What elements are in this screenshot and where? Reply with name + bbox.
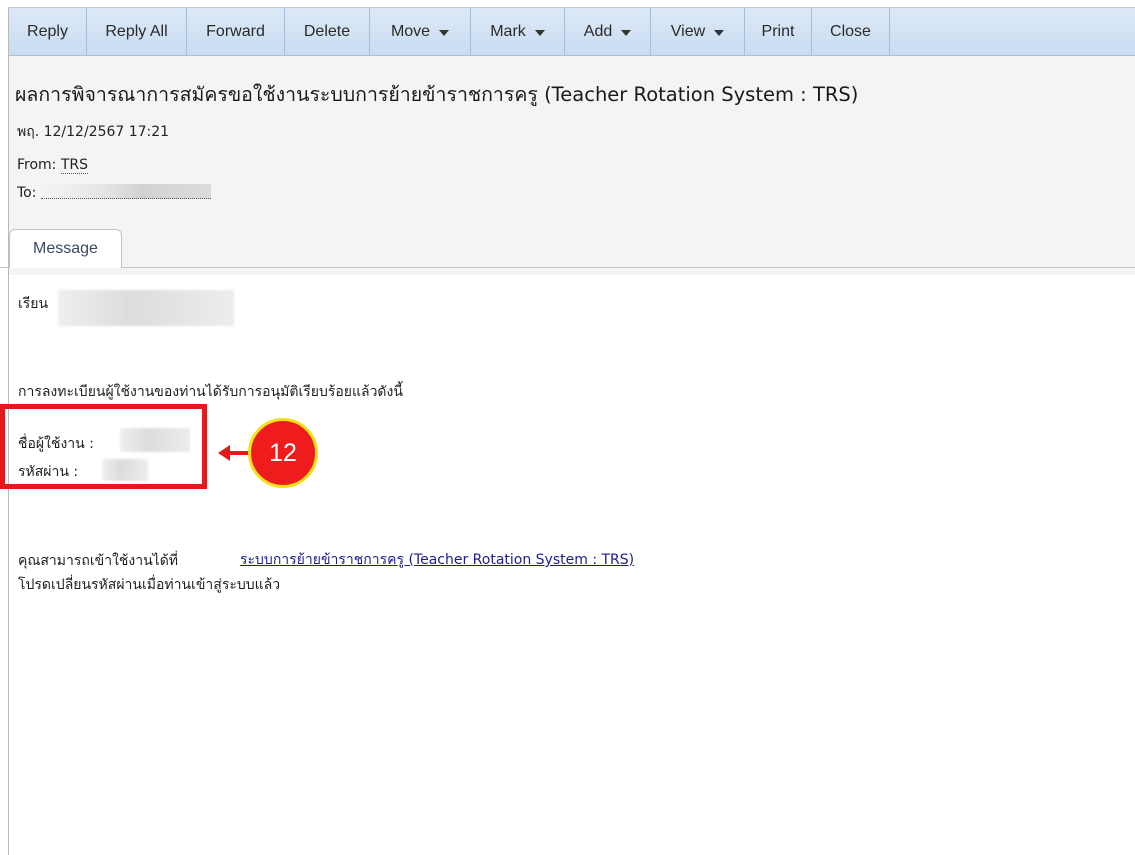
reply-label: Reply	[27, 22, 68, 40]
print-label: Print	[761, 22, 795, 40]
mark-menu-button[interactable]: Mark	[471, 8, 565, 55]
view-label: View	[670, 22, 706, 40]
recipient-address-redacted[interactable]	[40, 184, 211, 199]
print-button[interactable]: Print	[745, 8, 812, 55]
email-subject: ผลการพิจารณาการสมัครขอใช้งานระบบการย้ายข…	[15, 83, 859, 106]
email-to: To:	[17, 184, 211, 201]
chevron-down-icon	[534, 29, 545, 36]
mark-label: Mark	[490, 22, 526, 40]
chevron-down-icon	[621, 29, 632, 36]
move-label: Move	[390, 22, 431, 40]
tab-divider	[0, 267, 1135, 268]
close-label: Close	[830, 22, 871, 40]
intro-text: การลงทะเบียนผู้ใช้งานของท่านได้รับการอนุ…	[18, 384, 403, 400]
view-menu-button[interactable]: View	[651, 8, 745, 55]
to-label: To:	[17, 185, 37, 201]
highlight-box	[0, 404, 207, 489]
delete-label: Delete	[303, 22, 351, 40]
delete-button[interactable]: Delete	[285, 8, 370, 55]
reply-all-label: Reply All	[105, 22, 168, 40]
from-label: From:	[17, 157, 57, 173]
step-badge: 12	[248, 418, 318, 488]
close-button[interactable]: Close	[812, 8, 890, 55]
forward-button[interactable]: Forward	[187, 8, 285, 55]
add-label: Add	[583, 22, 613, 40]
forward-label: Forward	[206, 22, 265, 40]
reply-button[interactable]: Reply	[9, 8, 87, 55]
tab-message[interactable]: Message	[9, 229, 122, 267]
email-from: From: TRS	[17, 157, 89, 174]
chevron-down-icon	[714, 29, 725, 36]
move-menu-button[interactable]: Move	[370, 8, 471, 55]
sender-name[interactable]: TRS	[60, 157, 89, 174]
toolbar: Reply Reply All Forward Delete Move Mark…	[9, 8, 1135, 56]
trs-link[interactable]: ระบบการย้ายข้าราชการครู (Teacher Rotatio…	[240, 549, 634, 571]
reply-all-button[interactable]: Reply All	[87, 8, 187, 55]
access-text: คุณสามารถเข้าใช้งานได้ที่	[18, 553, 179, 569]
chevron-down-icon	[439, 29, 450, 36]
email-date: พฤ. 12/12/2567 17:21	[17, 124, 170, 140]
greeting-text: เรียน	[18, 296, 49, 312]
tab-gap	[10, 267, 121, 268]
add-menu-button[interactable]: Add	[565, 8, 651, 55]
change-password-note: โปรดเปลี่ยนรหัสผ่านเมื่อท่านเข้าสู่ระบบแ…	[18, 577, 281, 593]
recipient-name-redacted	[58, 290, 234, 326]
